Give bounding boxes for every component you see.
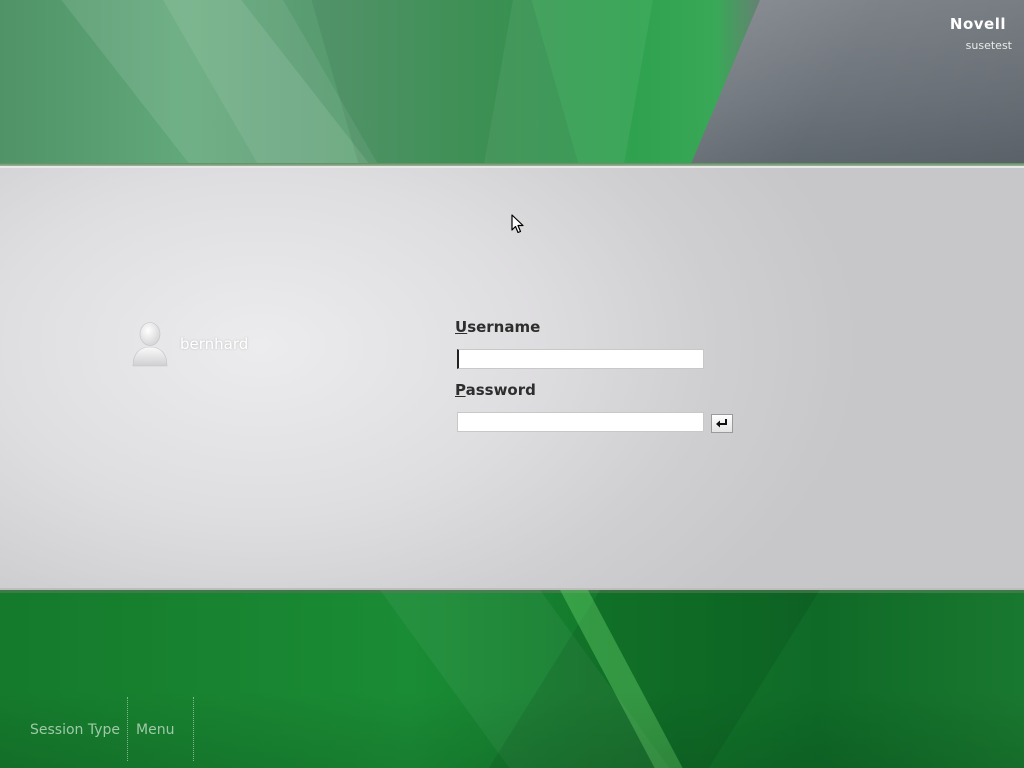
password-label: Password [455, 381, 536, 399]
brand-logo-text: Novell [949, 15, 1006, 33]
session-type-button[interactable]: Session Type [30, 722, 120, 738]
hostname-label: susetest [965, 39, 1012, 52]
username-label: Username [455, 318, 540, 336]
username-input[interactable] [457, 349, 704, 369]
return-arrow-icon [716, 419, 727, 428]
footer-separator [127, 697, 128, 761]
username-label-text: sername [467, 318, 541, 336]
password-label-text: assword [465, 381, 536, 399]
bottom-background [0, 590, 1024, 768]
footer-separator [193, 697, 194, 761]
username-label-mnemonic: U [455, 318, 468, 336]
user-avatar-icon [130, 321, 170, 367]
login-submit-button[interactable] [711, 414, 733, 433]
menu-button[interactable]: Menu [136, 722, 174, 738]
top-background [0, 0, 1024, 220]
user-list-item[interactable]: bernhard [130, 320, 248, 368]
password-label-mnemonic: P [455, 381, 466, 399]
user-name-label: bernhard [180, 335, 249, 353]
password-input[interactable] [457, 412, 704, 432]
mouse-pointer-icon [511, 214, 524, 234]
user-avatar-svg [132, 322, 168, 367]
login-screen: Novell susetest bernhard Username Passwo… [0, 0, 1024, 768]
